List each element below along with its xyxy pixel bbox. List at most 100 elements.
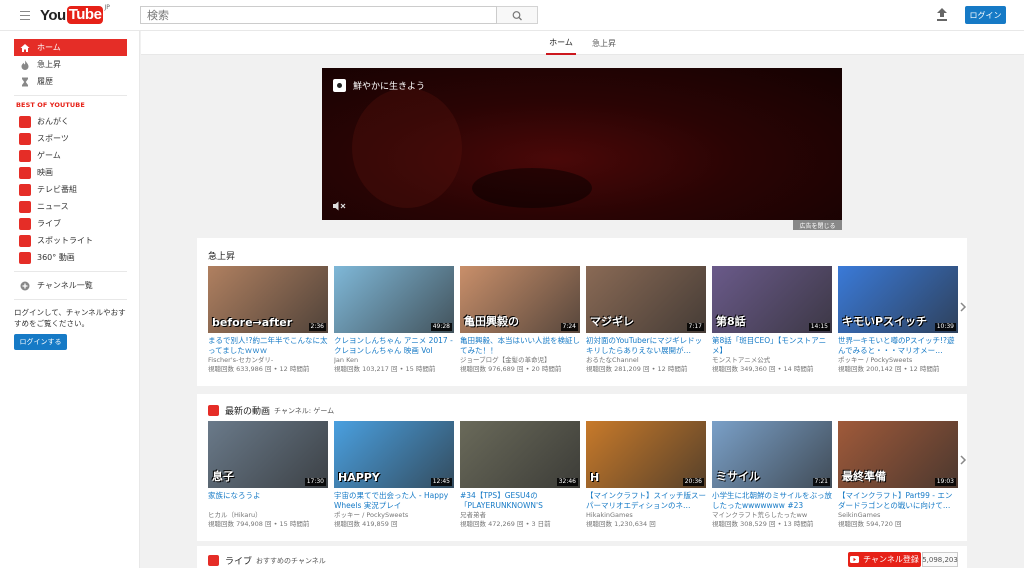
- video-thumbnail[interactable]: 第8話 14:15: [712, 266, 832, 333]
- close-ad-button[interactable]: 広告を閉じる: [793, 220, 842, 230]
- video-thumbnail[interactable]: 亀田興毅の 7:24: [460, 266, 580, 333]
- sidebar-login-button[interactable]: ログインする: [14, 334, 67, 350]
- flame-icon: [20, 60, 30, 70]
- sidebar-item-360[interactable]: 360° 動画: [14, 249, 127, 266]
- video-thumbnail[interactable]: H 20:36: [586, 421, 706, 488]
- video-card[interactable]: 最終準備 19:03 【マインクラフト】Part99 - エンダードラゴンとの戦いに…: [838, 421, 958, 529]
- video-thumbnail[interactable]: 最終準備 19:03: [838, 421, 958, 488]
- video-card[interactable]: マジギレ 7:17 初対面のYouTuberにマジギレドッキリしたらありえない展開が…: [586, 266, 706, 374]
- subscribe-button[interactable]: チャンネル登録: [848, 552, 921, 567]
- video-age: 12 時間前: [909, 365, 940, 373]
- video-title[interactable]: 宇宙の果てで出会った人 - Happy Wheels 実況プレイ: [334, 491, 454, 511]
- video-card[interactable]: before→after 2:36 まるで別人!?約二年半でこんなに太ってましたｗｗ…: [208, 266, 328, 374]
- video-card[interactable]: 32:46 #34【TPS】GESU4の「PLAYERUNKNOWN'S 兄者弟者視…: [460, 421, 580, 529]
- video-channel[interactable]: おるたなChannel: [586, 356, 706, 365]
- video-card[interactable]: 亀田興毅の 7:24 亀田興毅、本当はいい人説を検証してみた！！ ジョーブログ【金髪の…: [460, 266, 580, 374]
- masthead-ad[interactable]: 鮮やかに生きよう: [322, 68, 842, 220]
- video-channel[interactable]: 兄者弟者: [460, 511, 580, 520]
- sidebar-item-label: 急上昇: [37, 60, 61, 69]
- video-thumbnail[interactable]: ミサイル 7:21: [712, 421, 832, 488]
- video-card[interactable]: 第8話 14:15 第8話「斑目CEO」【モンストアニメ】 モンストアニメ公式 視聴回数…: [712, 266, 832, 374]
- sidebar-item-trending[interactable]: 急上昇: [14, 56, 127, 73]
- mute-icon[interactable]: [333, 201, 346, 211]
- tab-trending[interactable]: 急上昇: [590, 31, 618, 55]
- video-duration: 20:36: [682, 478, 704, 486]
- live-icon: [19, 217, 31, 230]
- video-meta: 視聴回数 1,230,634 回: [586, 520, 706, 529]
- video-title[interactable]: 家族になろうよ: [208, 491, 328, 511]
- video-title[interactable]: クレヨンしんちゃん アニメ 2017 - クレヨンしんちゃん 映画 Vol: [334, 336, 454, 356]
- video-channel[interactable]: Fischer's-セカンダリ-: [208, 356, 328, 365]
- sidebar-item-news[interactable]: ニュース: [14, 198, 127, 215]
- chevron-right-icon[interactable]: [959, 301, 967, 313]
- video-duration: 19:03: [934, 478, 956, 486]
- sidebar-item-game[interactable]: ゲーム: [14, 147, 127, 164]
- video-thumbnail[interactable]: キモいPスイッチ 10:39: [838, 266, 958, 333]
- video-channel[interactable]: モンストアニメ公式: [712, 356, 832, 365]
- video-title[interactable]: まるで別人!?約二年半でこんなに太ってましたｗｗｗ: [208, 336, 328, 356]
- ad-title: 鮮やかに生きよう: [353, 82, 426, 92]
- login-button[interactable]: ログイン: [965, 6, 1006, 24]
- video-title[interactable]: #34【TPS】GESU4の「PLAYERUNKNOWN'S: [460, 491, 580, 511]
- video-channel[interactable]: ポッキー / PockySweets: [334, 511, 454, 520]
- sidebar-item-sports[interactable]: スポーツ: [14, 130, 127, 147]
- news-icon: [19, 200, 31, 213]
- video-channel[interactable]: Jan Ken: [334, 356, 454, 365]
- video-title[interactable]: 第8話「斑目CEO」【モンストアニメ】: [712, 336, 832, 356]
- home-icon: [20, 43, 30, 53]
- video-views: 視聴回数 200,142 回: [838, 365, 902, 373]
- youtube-logo[interactable]: You Tube JP: [40, 4, 110, 25]
- video-title[interactable]: 世界一キモいと噂のPスイッチ!?遊んでみると・・・マリオメー…: [838, 336, 958, 356]
- video-thumbnail[interactable]: HAPPY 12:45: [334, 421, 454, 488]
- video-thumbnail[interactable]: before→after 2:36: [208, 266, 328, 333]
- video-duration: 14:15: [808, 323, 830, 331]
- video-thumbnail[interactable]: マジギレ 7:17: [586, 266, 706, 333]
- video-title[interactable]: 初対面のYouTuberにマジギレドッキリしたらありえない展開が…: [586, 336, 706, 356]
- video-thumbnail[interactable]: 32:46: [460, 421, 580, 488]
- video-views: 視聴回数 308,529 回: [712, 520, 776, 528]
- sidebar-item-history[interactable]: 履歴: [14, 73, 127, 90]
- video-thumbnail[interactable]: 49:28: [334, 266, 454, 333]
- video-title[interactable]: 【マインクラフト】Part99 - エンダードラゴンとの戦いに向けて…: [838, 491, 958, 511]
- sidebar-item-movies[interactable]: 映画: [14, 164, 127, 181]
- video-title[interactable]: 【マインクラフト】スイッチ版スーパーマリオエディションのネ…: [586, 491, 706, 511]
- shelf-channel-label: チャンネル: ゲーム: [274, 406, 335, 415]
- shelf-title-row: ライブ おすすめのチャンネル: [208, 554, 326, 567]
- search-button[interactable]: [497, 6, 538, 24]
- video-card[interactable]: 息子 17:30 家族になろうよ ヒカル（Hikaru） 視聴回数 794,908 回 …: [208, 421, 328, 529]
- sidebar-item-spotlight[interactable]: スポットライト: [14, 232, 127, 249]
- video-meta: 視聴回数 794,908 回 • 15 時間前: [208, 520, 310, 528]
- video-card[interactable]: ミサイル 7:21 小学生に北朝鮮のミサイルをぶっ放したったwwwwwww #23 マ…: [712, 421, 832, 529]
- hourglass-icon: [20, 77, 30, 87]
- video-channel[interactable]: マインクラフト荒らしたったww: [712, 511, 832, 520]
- video-thumbnail[interactable]: 息子 17:30: [208, 421, 328, 488]
- sidebar-divider: [14, 95, 127, 96]
- shelf-title[interactable]: ライブ: [225, 554, 252, 567]
- video-channel[interactable]: ジョーブログ【金髪の革命児】: [460, 356, 580, 365]
- video-card[interactable]: H 20:36 【マインクラフト】スイッチ版スーパーマリオエディションのネ… Hika…: [586, 421, 706, 529]
- shelf-title[interactable]: 最新の動画: [225, 404, 270, 417]
- video-title[interactable]: 小学生に北朝鮮のミサイルをぶっ放したったwwwwwww #23: [712, 491, 832, 511]
- logo-region: JP: [104, 4, 110, 11]
- video-card[interactable]: 49:28 クレヨンしんちゃん アニメ 2017 - クレヨンしんちゃん 映画 V…: [334, 266, 454, 374]
- hamburger-menu-icon[interactable]: [20, 11, 30, 20]
- video-channel[interactable]: ヒカル（Hikaru）: [208, 511, 328, 520]
- tab-home[interactable]: ホーム: [546, 31, 576, 55]
- sidebar-item-live[interactable]: ライブ: [14, 215, 127, 232]
- sidebar-item-tv[interactable]: テレビ番組: [14, 181, 127, 198]
- game-icon: [208, 405, 219, 416]
- sidebar-item-music[interactable]: おんがく: [14, 113, 127, 130]
- video-channel[interactable]: ポッキー / PockySweets: [838, 356, 958, 365]
- video-card[interactable]: HAPPY 12:45 宇宙の果てで出会った人 - Happy Wheels 実況プ…: [334, 421, 454, 529]
- movie-icon: [19, 166, 31, 179]
- upload-icon[interactable]: [936, 8, 948, 21]
- chevron-right-icon[interactable]: [959, 454, 967, 466]
- video-age: 20 時間前: [531, 365, 562, 373]
- search-input[interactable]: [140, 6, 497, 24]
- video-channel[interactable]: SeikinGames: [838, 511, 958, 520]
- video-channel[interactable]: HikakinGames: [586, 511, 706, 520]
- video-card[interactable]: キモいPスイッチ 10:39 世界一キモいと噂のPスイッチ!?遊んでみると・・・マリ…: [838, 266, 958, 374]
- sidebar-item-home[interactable]: ホーム: [14, 39, 127, 56]
- video-title[interactable]: 亀田興毅、本当はいい人説を検証してみた！！: [460, 336, 580, 356]
- sidebar-item-channel-list[interactable]: チャンネル一覧: [14, 277, 127, 294]
